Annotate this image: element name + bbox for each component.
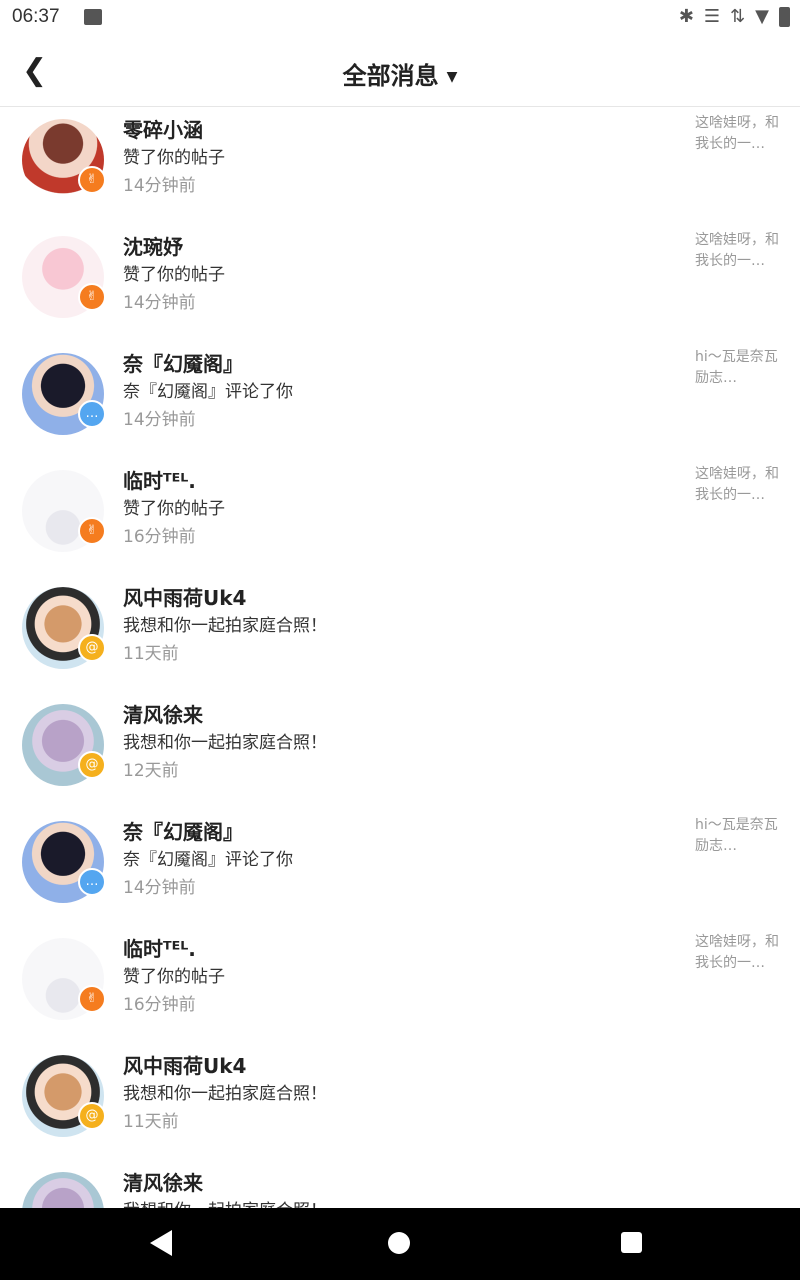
like-badge-icon: ✌ [78,166,106,194]
sender-name: 临时ᵀᴱᴸ. [123,937,196,961]
post-preview: 这啥娃呀，和我长的一… [695,115,779,152]
message-text: 我想和你一起拍家庭合照！ [123,616,327,636]
message-list-item[interactable]: … 奈『幻魇阁』奈『幻魇阁』评论了你 14分钟前 hi～瓦是奈瓦励志… [0,341,800,458]
message-time: 16分钟前 [123,995,196,1015]
sender-name: 零碎小涵 [123,118,203,142]
sender-name: 奈『幻魇阁』 [123,352,243,376]
message-text: 我想和你一起拍家庭合照！ [123,1084,327,1104]
caret-down-icon: ▼ [446,69,458,85]
battery-icon [779,6,790,27]
message-time: 14分钟前 [123,293,196,313]
post-preview: 这啥娃呀，和我长的一… [695,934,779,971]
message-list-item[interactable]: ✌ 零碎小涵赞了你的帖子 14分钟前 这啥娃呀，和我长的一… [0,107,800,224]
wifi-icon: ▼ [755,6,769,27]
app-bar: ❮ 全部消息 ▼ [0,36,800,107]
post-preview: 这啥娃呀，和我长的一… [695,232,779,269]
status-icons: ✱ ☰ ⇅ ▼ [679,6,790,27]
message-list-item[interactable]: @ 风中雨荷Uk4 我想和你一起拍家庭合照！ 11天前 [0,1043,800,1160]
comment-badge-icon: … [78,400,106,428]
like-badge-icon: ✌ [78,985,106,1013]
message-list-item[interactable]: @ 风中雨荷Uk4 我想和你一起拍家庭合照！ 11天前 [0,575,800,692]
sender-name: 沈琬妤 [123,235,183,259]
sender-name: 清风徐来 [123,1171,203,1195]
message-list-item[interactable]: @清风徐来我想和你一起拍家庭合照！12天前 [0,1160,800,1208]
post-preview: 这啥娃呀，和我长的一… [695,466,779,503]
message-text: 赞了你的帖子 [123,148,225,168]
message-text: 赞了你的帖子 [123,265,225,285]
like-badge-icon: ✌ [78,517,106,545]
message-time: 11天前 [123,1112,179,1132]
nav-home-icon[interactable] [388,1232,410,1254]
status-bar: 06:37 ✱ ☰ ⇅ ▼ [0,0,800,36]
sender-name: 临时ᵀᴱᴸ. [123,469,196,493]
sender-name: 风中雨荷Uk4 [123,1054,247,1078]
post-preview: hi～瓦是奈瓦励志… [695,349,778,386]
system-nav-bar [0,1208,800,1280]
message-text: 我想和你一起拍家庭合照！ [123,733,327,753]
data-arrows-icon: ⇅ [730,6,746,27]
message-text: 我想和你一起拍家庭合照！ [123,1196,327,1208]
bluetooth-icon: ✱ [678,6,694,27]
at-badge-icon: @ [78,751,106,779]
at-badge-icon: @ [78,634,106,662]
message-list-item[interactable]: ✌ 沈琬妤赞了你的帖子 14分钟前 这啥娃呀，和我长的一… [0,224,800,341]
avatar[interactable] [22,1172,104,1208]
message-time: 14分钟前 [123,410,196,430]
gallery-notification-icon [84,9,102,25]
message-time: 16分钟前 [123,527,196,547]
message-time: 14分钟前 [123,176,196,196]
message-list[interactable]: ✌ 零碎小涵 赞了你的帖子 14分钟前 这啥娃呀，和我长的一… ✌ 沈琬妤 赞了你的帖子 14分… [0,107,800,1208]
message-text: 奈『幻魇阁』评论了你 [123,382,293,402]
status-time: 06:37 [12,6,60,27]
like-badge-icon: ✌ [78,283,106,311]
message-list-item[interactable]: … 奈『幻魇阁』奈『幻魇阁』评论了你 14分钟前 hi～瓦是奈瓦励志… [0,809,800,926]
message-filter-dropdown[interactable]: 全部消息 ▼ [0,56,800,91]
comment-badge-icon: … [78,868,106,896]
message-time: 12天前 [123,761,179,781]
message-time: 14分钟前 [123,878,196,898]
nav-recents-icon[interactable] [621,1232,642,1253]
message-list-item[interactable]: @ 清风徐来我想和你一起拍家庭合照！ 12天前 [0,692,800,809]
nav-back-icon[interactable] [150,1230,172,1256]
post-preview: hi～瓦是奈瓦励志… [695,817,778,854]
message-text: 奈『幻魇阁』评论了你 [123,850,293,870]
message-text: 赞了你的帖子 [123,499,225,519]
at-badge-icon: @ [78,1102,106,1130]
sender-name: 奈『幻魇阁』 [123,820,243,844]
message-text: 赞了你的帖子 [123,967,225,987]
vibrate-icon: ☰ [703,6,721,27]
message-list-item[interactable]: ✌ 临时ᵀᴱᴸ. 赞了你的帖子 16分钟前 这啥娃呀，和我长的一… [0,458,800,575]
page-title: 全部消息 [342,62,439,90]
message-list-item[interactable]: ✌ 临时ᵀᴱᴸ. 赞了你的帖子 16分钟前 这啥娃呀，和我长的一… [0,926,800,1043]
message-time: 11天前 [123,644,179,664]
sender-name: 风中雨荷Uk4 [123,586,247,610]
sender-name: 清风徐来 [123,703,203,727]
